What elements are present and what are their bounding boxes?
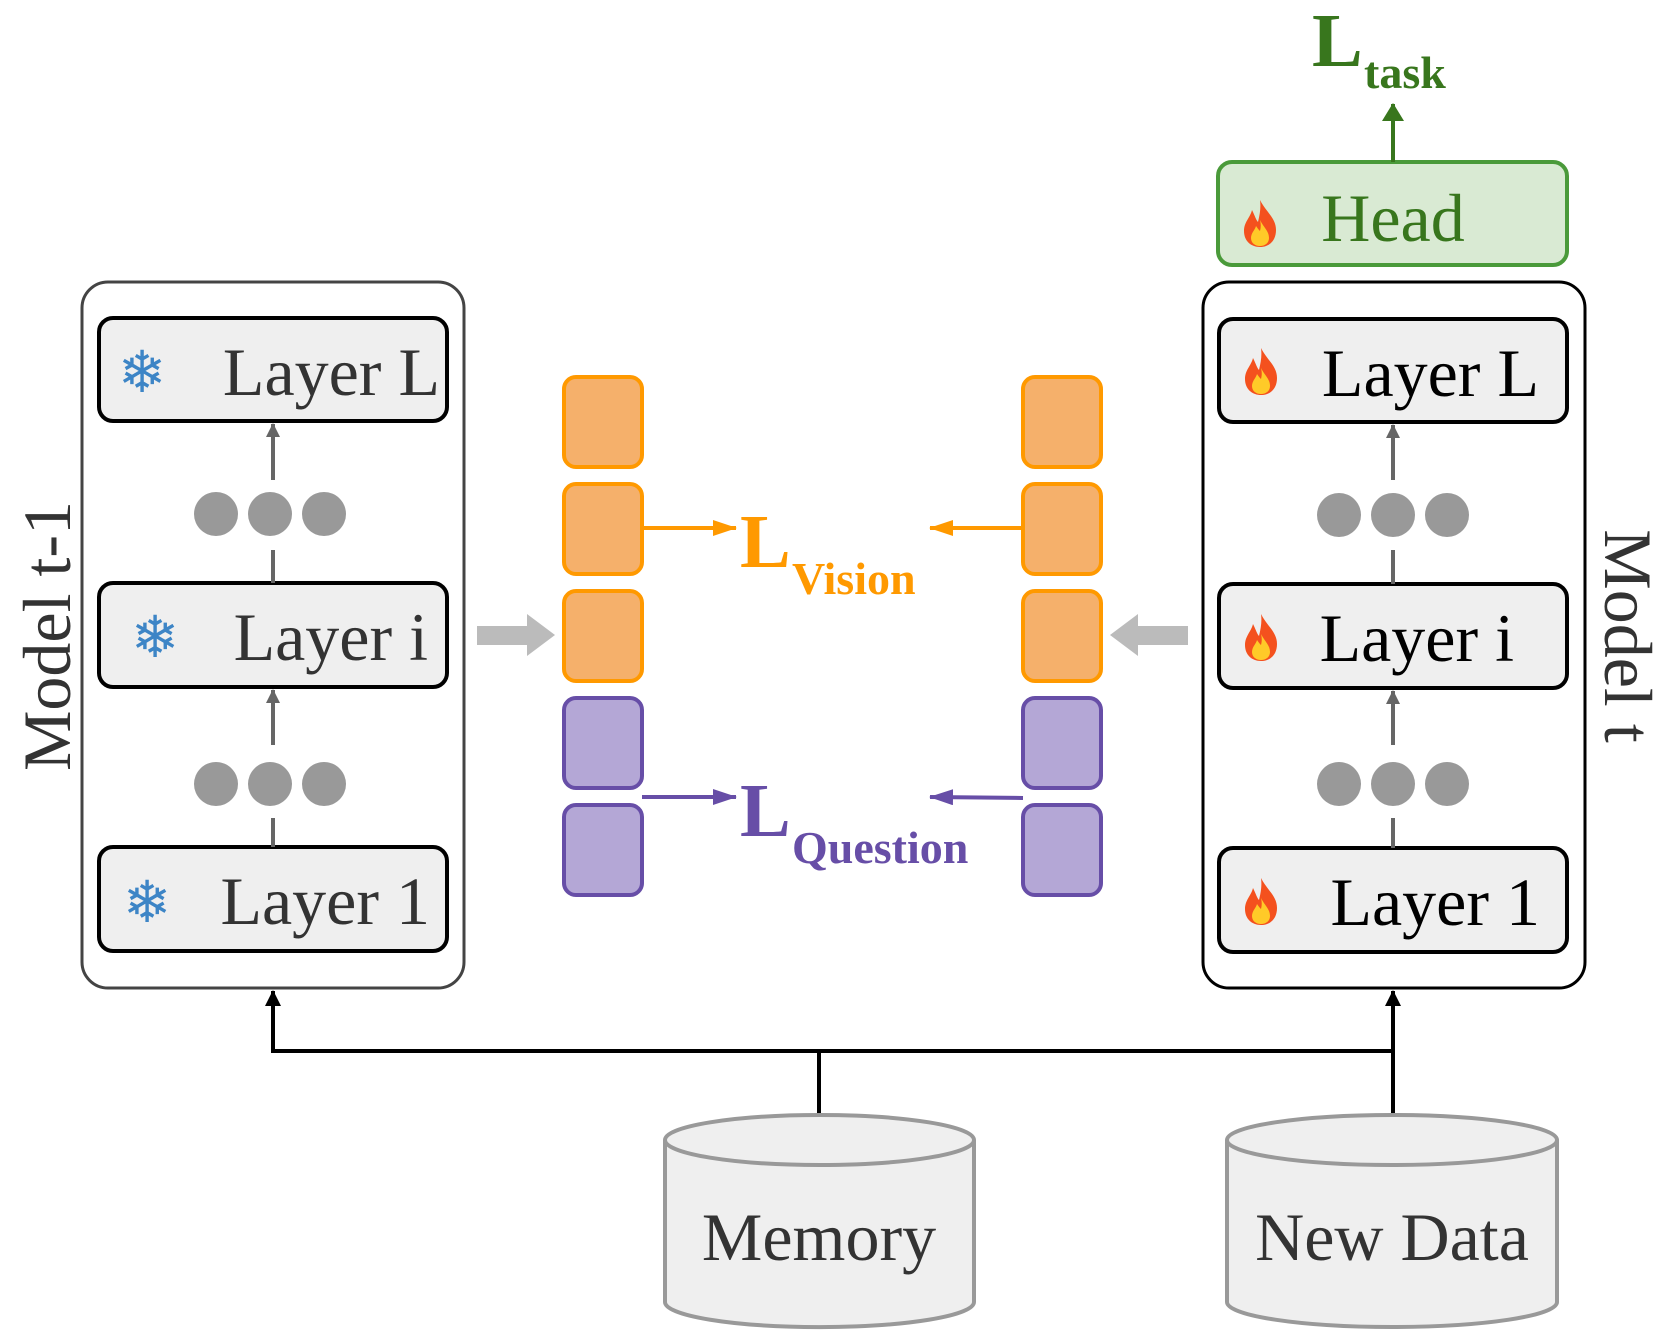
loss-subscript: Question — [792, 822, 968, 873]
layer-label: Layer L — [223, 334, 440, 410]
head: Head — [1216, 160, 1569, 267]
layer-label: Layer 1 — [1330, 864, 1540, 940]
layer-label: Layer 1 — [220, 863, 430, 939]
snowflake-icon: ❄ — [118, 338, 167, 406]
loss-task: L task — [1312, 0, 1446, 98]
question-arrow-right — [929, 789, 1024, 806]
model-cur-title: Model t — [1590, 529, 1661, 743]
loss-subscript: task — [1364, 47, 1446, 98]
loss-symbol: L — [740, 500, 791, 584]
model-prev-title: Model t-1 — [9, 501, 85, 771]
feature-arrow-right — [1110, 614, 1188, 656]
layer-label: Layer i — [1320, 600, 1514, 676]
snowflake-icon: ❄ — [131, 603, 180, 671]
snowflake-icon: ❄ — [123, 868, 172, 936]
loss-symbol: L — [740, 769, 791, 853]
head-label: Head — [1321, 180, 1464, 256]
loss-vision: L Vision — [740, 500, 916, 604]
model-cur: Model t Head L task Layer L Layer i Laye… — [1201, 0, 1661, 990]
memory-label: Memory — [702, 1199, 936, 1275]
memory-database: Memory — [663, 1113, 976, 1330]
layer-1-prev: ❄ Layer 1 — [97, 845, 449, 953]
loss-subscript: Vision — [792, 553, 916, 604]
layer-label: Layer L — [1322, 335, 1539, 411]
layer-1-cur: Layer 1 — [1217, 846, 1569, 954]
layer-i-cur: Layer i — [1217, 582, 1569, 690]
new-data-database: New Data — [1225, 1113, 1559, 1329]
layer-L-cur: Layer L — [1217, 317, 1569, 424]
data-flow-lines — [265, 990, 1401, 1115]
layer-label: Layer i — [234, 599, 428, 675]
feature-arrow-left — [477, 614, 555, 656]
tokens-cur — [1021, 375, 1103, 897]
diagram: Model t-1 ❄ Layer L ❄ Layer i ❄ Layer 1 — [9, 0, 1661, 1330]
layer-i-prev: ❄ Layer i — [97, 581, 449, 689]
model-prev: Model t-1 ❄ Layer L ❄ Layer i ❄ Layer 1 — [9, 280, 466, 990]
loss-symbol: L — [1312, 0, 1363, 83]
layer-L-prev: ❄ Layer L — [97, 316, 449, 423]
loss-question: L Question — [740, 769, 968, 873]
new-data-label: New Data — [1255, 1199, 1529, 1275]
tokens-prev — [562, 375, 644, 897]
